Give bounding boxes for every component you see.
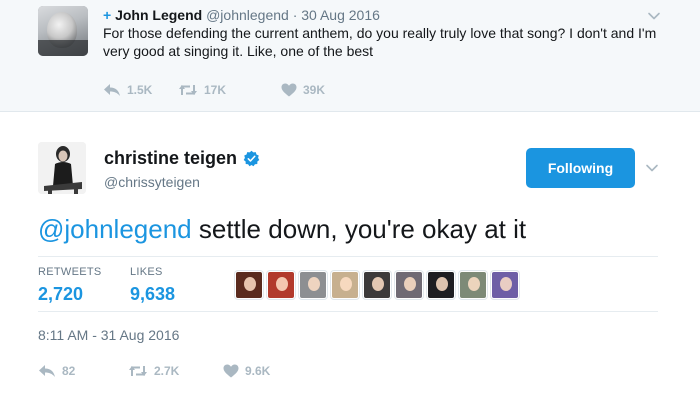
- liker-avatar[interactable]: [427, 271, 455, 299]
- parent-reply-count: 1.5K: [127, 83, 153, 97]
- parent-like-count: 39K: [303, 83, 326, 97]
- author-name[interactable]: christine teigen: [104, 148, 260, 169]
- verified-badge-icon: [243, 150, 260, 167]
- retweets-label: RETWEETS: [38, 266, 102, 278]
- liker-avatar[interactable]: [235, 271, 263, 299]
- mention-link[interactable]: @johnlegend: [38, 214, 192, 244]
- divider: [38, 256, 658, 257]
- parent-tweet[interactable]: + John Legend @johnlegend · 30 Aug 2016 …: [0, 0, 700, 112]
- liker-avatar[interactable]: [395, 271, 423, 299]
- reply-icon: [104, 84, 120, 96]
- like-button[interactable]: 9.6K: [223, 363, 270, 379]
- parent-tweet-text: For those defending the current anthem, …: [103, 25, 657, 59]
- likes-label: LIKES: [130, 266, 163, 278]
- parent-retweet-count: 17K: [204, 83, 227, 97]
- heart-icon: [281, 83, 297, 97]
- liker-avatar[interactable]: [363, 271, 391, 299]
- author-handle[interactable]: @chrissyteigen: [104, 174, 200, 190]
- parent-avatar[interactable]: [38, 6, 88, 56]
- like-count: 9.6K: [245, 364, 271, 378]
- reply-icon: [39, 365, 55, 377]
- parent-author-handle-date: @johnlegend · 30 Aug 2016: [206, 7, 380, 23]
- reply-count: 82: [62, 364, 76, 378]
- retweet-count: 2.7K: [154, 364, 180, 378]
- retweet-button[interactable]: 2.7K: [128, 363, 179, 379]
- liker-avatar[interactable]: [459, 271, 487, 299]
- parent-reply-button[interactable]: 1.5K: [103, 82, 152, 98]
- liker-avatar[interactable]: [299, 271, 327, 299]
- author-name-text: christine teigen: [104, 148, 238, 168]
- liker-avatars: [235, 271, 519, 299]
- reply-button[interactable]: 82: [38, 363, 75, 379]
- chevron-down-icon[interactable]: [646, 8, 662, 24]
- author-avatar[interactable]: [38, 142, 86, 194]
- retweet-icon: [129, 366, 147, 376]
- tweet-body: settle down, you're okay at it: [191, 214, 527, 244]
- liker-avatar[interactable]: [331, 271, 359, 299]
- liker-avatar[interactable]: [491, 271, 519, 299]
- parent-retweet-button[interactable]: 17K: [178, 82, 226, 98]
- liker-avatar[interactable]: [267, 271, 295, 299]
- divider: [38, 311, 658, 312]
- following-button[interactable]: Following: [526, 148, 635, 188]
- chevron-down-icon[interactable]: [644, 160, 660, 176]
- parent-like-button[interactable]: 39K: [281, 82, 325, 98]
- follow-plus-icon[interactable]: +: [103, 7, 111, 23]
- parent-tweet-header: + John Legend @johnlegend · 30 Aug 2016: [103, 7, 380, 23]
- likes-count: 9,638: [130, 284, 176, 304]
- tweet-timestamp[interactable]: 8:11 AM - 31 Aug 2016: [38, 327, 179, 343]
- heart-icon: [223, 364, 239, 378]
- retweets-count: 2,720: [38, 284, 84, 304]
- likes-stat[interactable]: LIKES 9,638: [130, 266, 175, 305]
- tweet-text: @johnlegend settle down, you're okay at …: [38, 213, 526, 245]
- retweets-stat[interactable]: RETWEETS 2,720: [38, 266, 102, 305]
- retweet-icon: [179, 85, 197, 95]
- parent-author-name[interactable]: John Legend: [115, 7, 202, 23]
